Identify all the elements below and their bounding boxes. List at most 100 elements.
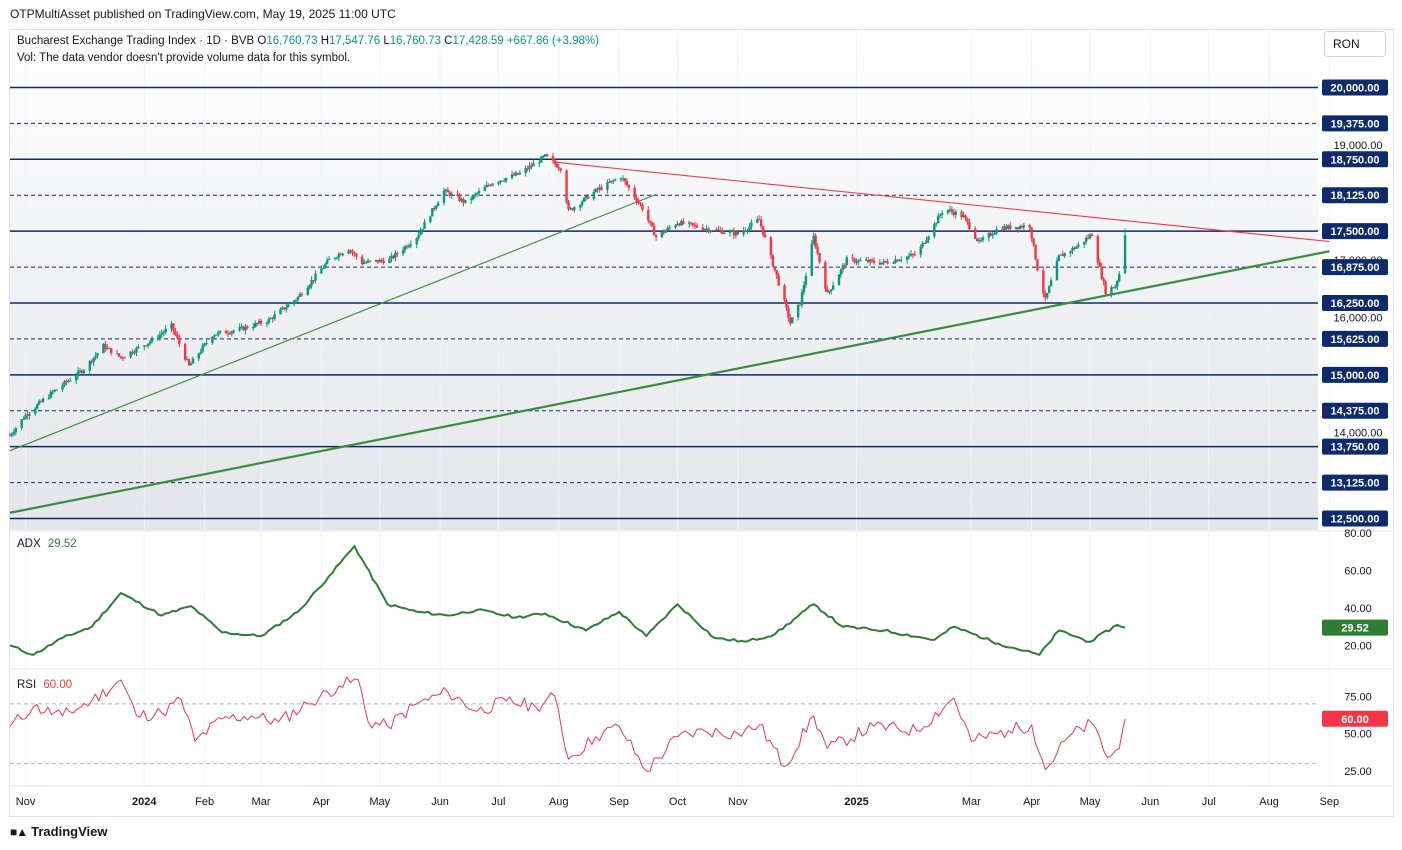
candle-body (761, 226, 765, 235)
rsi-tick-label: 75.00 (1344, 691, 1372, 703)
time-tick-label: Sep (609, 796, 629, 808)
candle-body (232, 330, 235, 332)
candle-body (800, 292, 804, 306)
adx-tick-label: 40.00 (1344, 603, 1372, 615)
candle-body (146, 343, 150, 346)
candle-body (654, 235, 658, 238)
candle-body (709, 230, 712, 232)
candle-body (8, 435, 12, 437)
candle-body (633, 187, 636, 198)
time-tick-label: Mar (252, 796, 271, 808)
price-tick-label: 19,000.00 (1334, 140, 1383, 152)
candle-body (205, 342, 208, 344)
candle-body (158, 334, 162, 338)
candle-body (650, 222, 654, 227)
candle-body (981, 237, 985, 240)
candle-body (831, 285, 835, 290)
candle-body (773, 266, 776, 271)
candle-body (1102, 278, 1105, 282)
candle-body (559, 168, 562, 171)
currency-button[interactable]: RON (1324, 31, 1386, 57)
chart-canvas[interactable]: 19,000.0017,000.0016,000.0014,000.0080.0… (0, 0, 1402, 850)
time-tick-label: Jul (491, 796, 505, 808)
candle-body (1036, 259, 1039, 271)
candle-body (325, 259, 329, 264)
rsi-tick-label: 25.00 (1344, 766, 1372, 778)
candle-body (691, 223, 695, 225)
rsi-legend: RSI 60.00 (17, 679, 72, 691)
candle-body (946, 209, 950, 214)
candle-body (763, 234, 767, 238)
candle-body (1123, 235, 1127, 274)
candle-body (285, 307, 288, 310)
candle-body (417, 234, 420, 239)
time-tick-label: Oct (669, 796, 686, 808)
candle-body (382, 260, 385, 264)
candle-body (565, 170, 568, 203)
candle-body (695, 225, 699, 228)
candle-body (641, 204, 644, 210)
candle-body (1069, 251, 1072, 254)
candle-body (542, 156, 545, 158)
time-tick-label: Mar (962, 796, 981, 808)
candle-body (199, 351, 202, 354)
adx-tick-label: 60.00 (1344, 566, 1372, 578)
candle-body (47, 397, 51, 399)
candle-body (96, 353, 99, 356)
candle-body (1022, 225, 1026, 228)
candle-body (401, 250, 405, 254)
candle-body (940, 213, 944, 215)
candle-body (769, 237, 773, 256)
candle-body (810, 244, 813, 276)
candle-body (880, 262, 884, 265)
candle-body (816, 246, 819, 254)
price-level-badge: 19,375.00 (1331, 118, 1380, 130)
candle-body (464, 200, 467, 203)
candle-body (573, 207, 576, 211)
candle-body (1075, 246, 1078, 249)
candle-body (555, 163, 559, 168)
candle-body (294, 299, 298, 301)
symbol-legend: Bucharest Exchange Trading Index · 1D · … (17, 35, 599, 47)
candle-body (230, 331, 234, 334)
candle-body (614, 179, 617, 181)
candle-body (306, 288, 309, 296)
candle-body (470, 199, 473, 201)
candle-body (201, 345, 204, 352)
time-tick-label: Apr (313, 796, 330, 808)
candle-body (974, 228, 977, 239)
candle-body (872, 260, 876, 263)
candle-body (92, 357, 95, 363)
time-tick-label: 2025 (844, 796, 868, 808)
candle-body (491, 183, 494, 186)
price-level-badge: 14,375.00 (1331, 406, 1380, 418)
candle-body (545, 154, 549, 157)
time-tick-label: Jun (431, 796, 449, 808)
candle-body (450, 193, 453, 196)
candle-body (368, 260, 372, 262)
candle-body (991, 234, 994, 236)
candle-body (1116, 280, 1119, 287)
candle-body (148, 341, 152, 344)
candle-body (475, 193, 479, 195)
candle-body (49, 391, 53, 398)
candle-body (183, 344, 187, 360)
candle-body (907, 255, 911, 257)
candle-body (925, 240, 928, 244)
time-tick-label: Feb (195, 796, 214, 808)
candle-body (415, 238, 418, 245)
candle-body (927, 236, 930, 241)
candle-body (273, 314, 276, 320)
candle-body (649, 220, 652, 223)
candle-body (279, 309, 282, 315)
candle-body (483, 187, 487, 192)
candle-body (635, 197, 638, 202)
candle-body (900, 259, 903, 261)
candle-body (178, 338, 181, 345)
candle-body (10, 433, 14, 436)
candle-body (351, 250, 354, 253)
adx-tick-label: 20.00 (1344, 641, 1372, 653)
candle-body (82, 370, 86, 373)
candle-body (557, 167, 560, 169)
candle-body (785, 300, 788, 308)
